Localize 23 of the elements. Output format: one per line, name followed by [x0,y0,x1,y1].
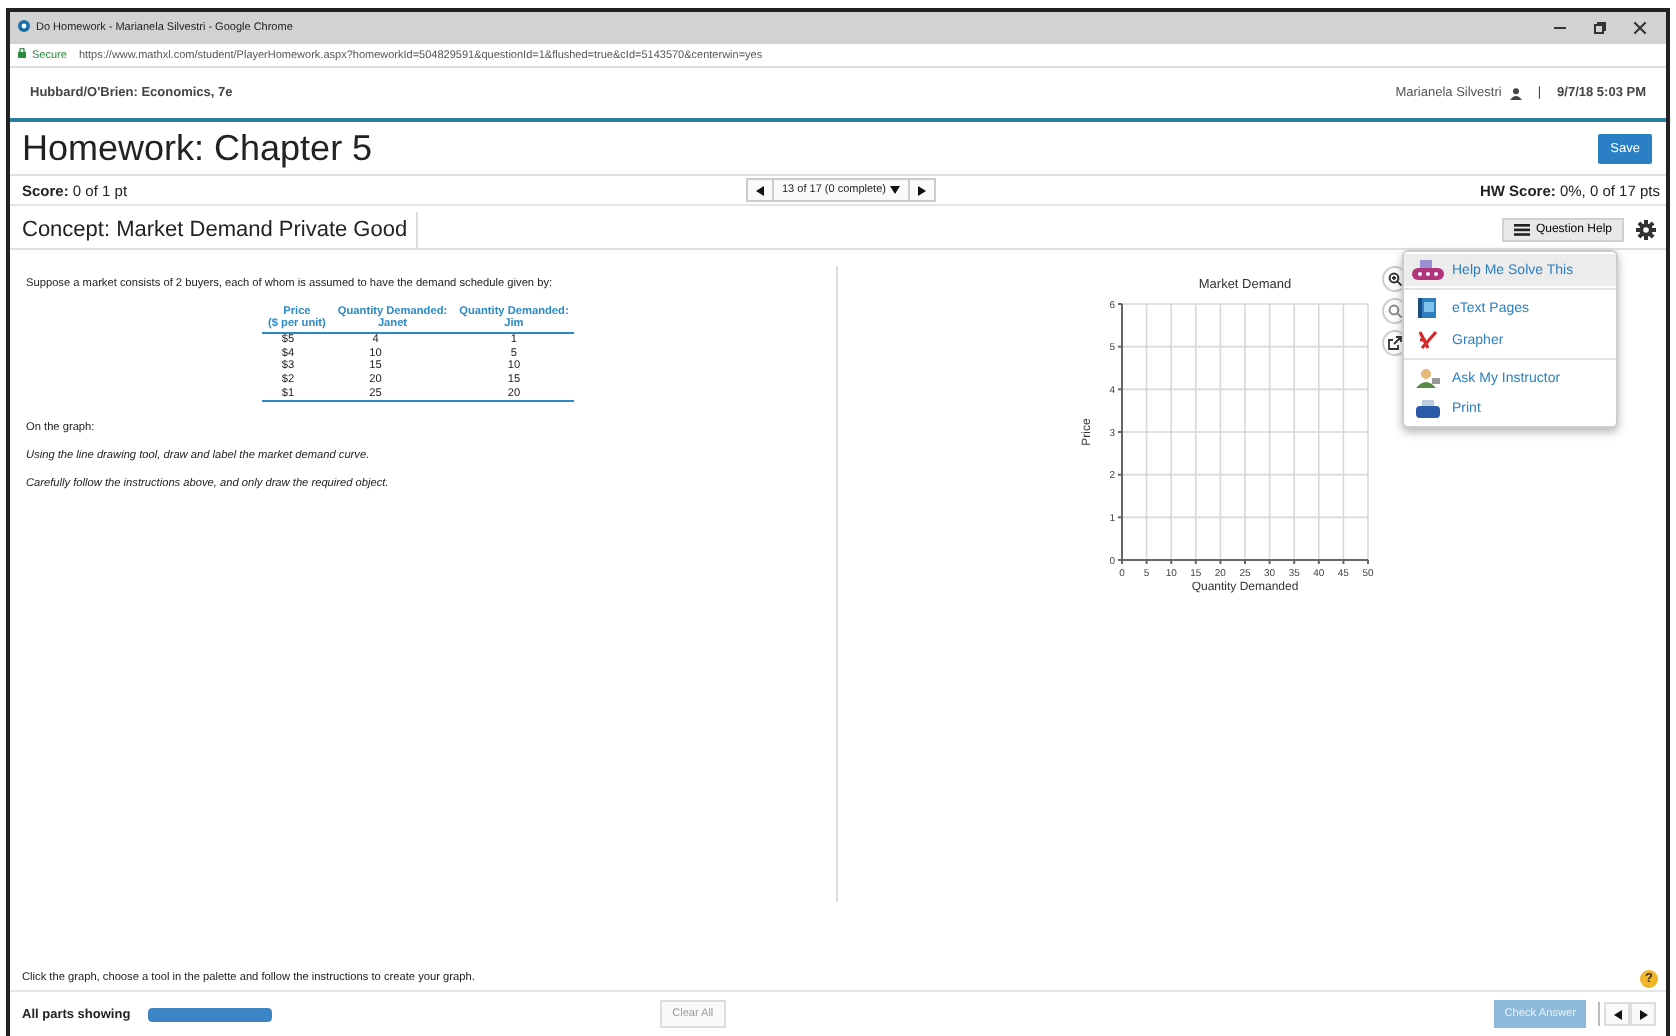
printer-icon [1416,400,1440,418]
next-icon [1639,1009,1647,1019]
app-logo-icon [18,20,30,32]
homework-title: Homework: Chapter 5 [22,127,375,169]
close-icon[interactable] [1634,22,1646,34]
next-button[interactable] [1630,1002,1656,1026]
book-icon [1418,298,1438,318]
minimize-icon[interactable] [1554,22,1566,34]
progress-bar [148,1007,273,1021]
restore-icon[interactable] [1594,22,1606,34]
dropdown-icon [889,186,900,194]
previous-icon [1613,1009,1621,1019]
next-icon[interactable] [917,185,926,195]
settings-icon[interactable] [1636,220,1656,240]
graph-icon [1418,330,1438,350]
concept-title: Concept: Market Demand Private Good [22,212,418,248]
user-icon [1509,87,1522,99]
previous-icon[interactable] [756,185,764,195]
person-icon [1416,368,1440,388]
list-icon [1513,224,1530,236]
lock-icon [18,48,26,58]
previous-button[interactable] [1604,1002,1630,1026]
toolbox-icon [1412,260,1444,280]
